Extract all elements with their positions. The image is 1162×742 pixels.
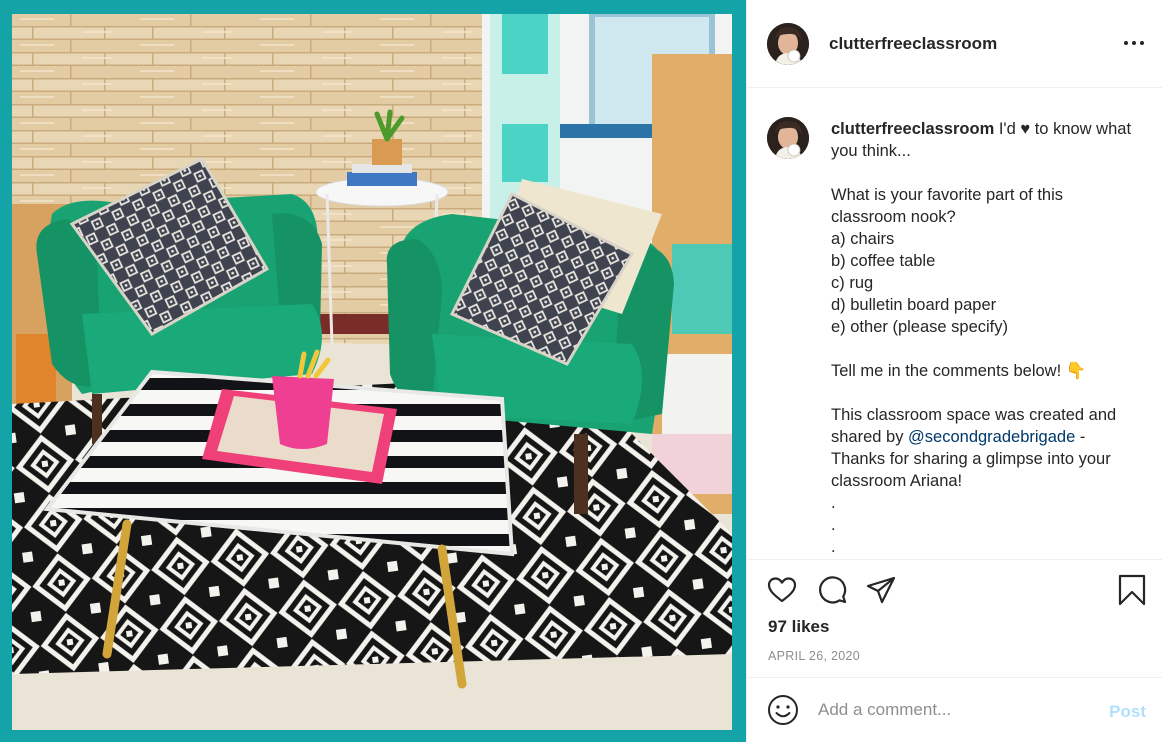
dot	[1140, 41, 1144, 45]
heart-emoji: ♥	[1020, 120, 1031, 138]
profile-photo-icon	[767, 117, 809, 159]
avatar[interactable]	[767, 22, 809, 65]
caption-cta: Tell me in the comments below! 👇	[831, 360, 1139, 382]
heart-icon[interactable]	[766, 574, 798, 606]
more-dots-icon[interactable]	[1121, 31, 1147, 55]
caption-question: What is your favorite part of this class…	[831, 186, 1068, 226]
caption-option: d) bulletin board paper	[831, 296, 997, 314]
caption-text-part: Tell me in the comments below!	[831, 362, 1066, 380]
mention-link[interactable]: @secondgradebrigade	[908, 428, 1075, 446]
classroom-nook-image	[12, 14, 732, 730]
caption-avatar[interactable]	[767, 117, 809, 159]
post-details-panel: clutterfreeclassroom clutterfreeclassroo…	[746, 0, 1162, 742]
caption-dot: .	[831, 538, 836, 556]
post-actions: 97 likes APRIL 26, 2020	[747, 559, 1162, 677]
post-username[interactable]: clutterfreeclassroom	[829, 34, 997, 54]
caption-option: e) other (please specify)	[831, 318, 1008, 336]
caption-area: clutterfreeclassroom I'd ♥ to know what …	[747, 89, 1162, 559]
caption-text-part: I'd	[994, 120, 1021, 138]
caption-username[interactable]: clutterfreeclassroom	[831, 120, 994, 138]
post-comment-button[interactable]: Post	[1109, 702, 1146, 722]
post-photo[interactable]	[0, 0, 746, 742]
likes-count[interactable]: 97 likes	[768, 617, 829, 637]
dot	[1124, 41, 1128, 45]
caption-dot: .	[831, 516, 836, 534]
bookmark-icon[interactable]	[1116, 574, 1148, 606]
pointing-down-emoji: 👇	[1065, 362, 1087, 380]
caption-option: c) rug	[831, 274, 874, 292]
dot	[1132, 41, 1136, 45]
post-header: clutterfreeclassroom	[747, 0, 1162, 88]
caption-option: b) coffee table	[831, 252, 936, 270]
caption-option: a) chairs	[831, 230, 895, 248]
caption-credit: This classroom space was created and sha…	[831, 404, 1139, 492]
comment-icon[interactable]	[816, 574, 848, 606]
caption-text: clutterfreeclassroom I'd ♥ to know what …	[831, 118, 1139, 559]
caption-dot: .	[831, 494, 836, 512]
paper-plane-icon[interactable]	[865, 574, 897, 606]
caption-intro: clutterfreeclassroom I'd ♥ to know what …	[831, 118, 1139, 162]
comment-bar: Post	[747, 677, 1162, 742]
profile-photo-icon	[767, 22, 809, 65]
comment-input[interactable]	[818, 695, 1088, 725]
post-date[interactable]: APRIL 26, 2020	[768, 649, 860, 663]
emoji-icon[interactable]	[767, 694, 799, 726]
